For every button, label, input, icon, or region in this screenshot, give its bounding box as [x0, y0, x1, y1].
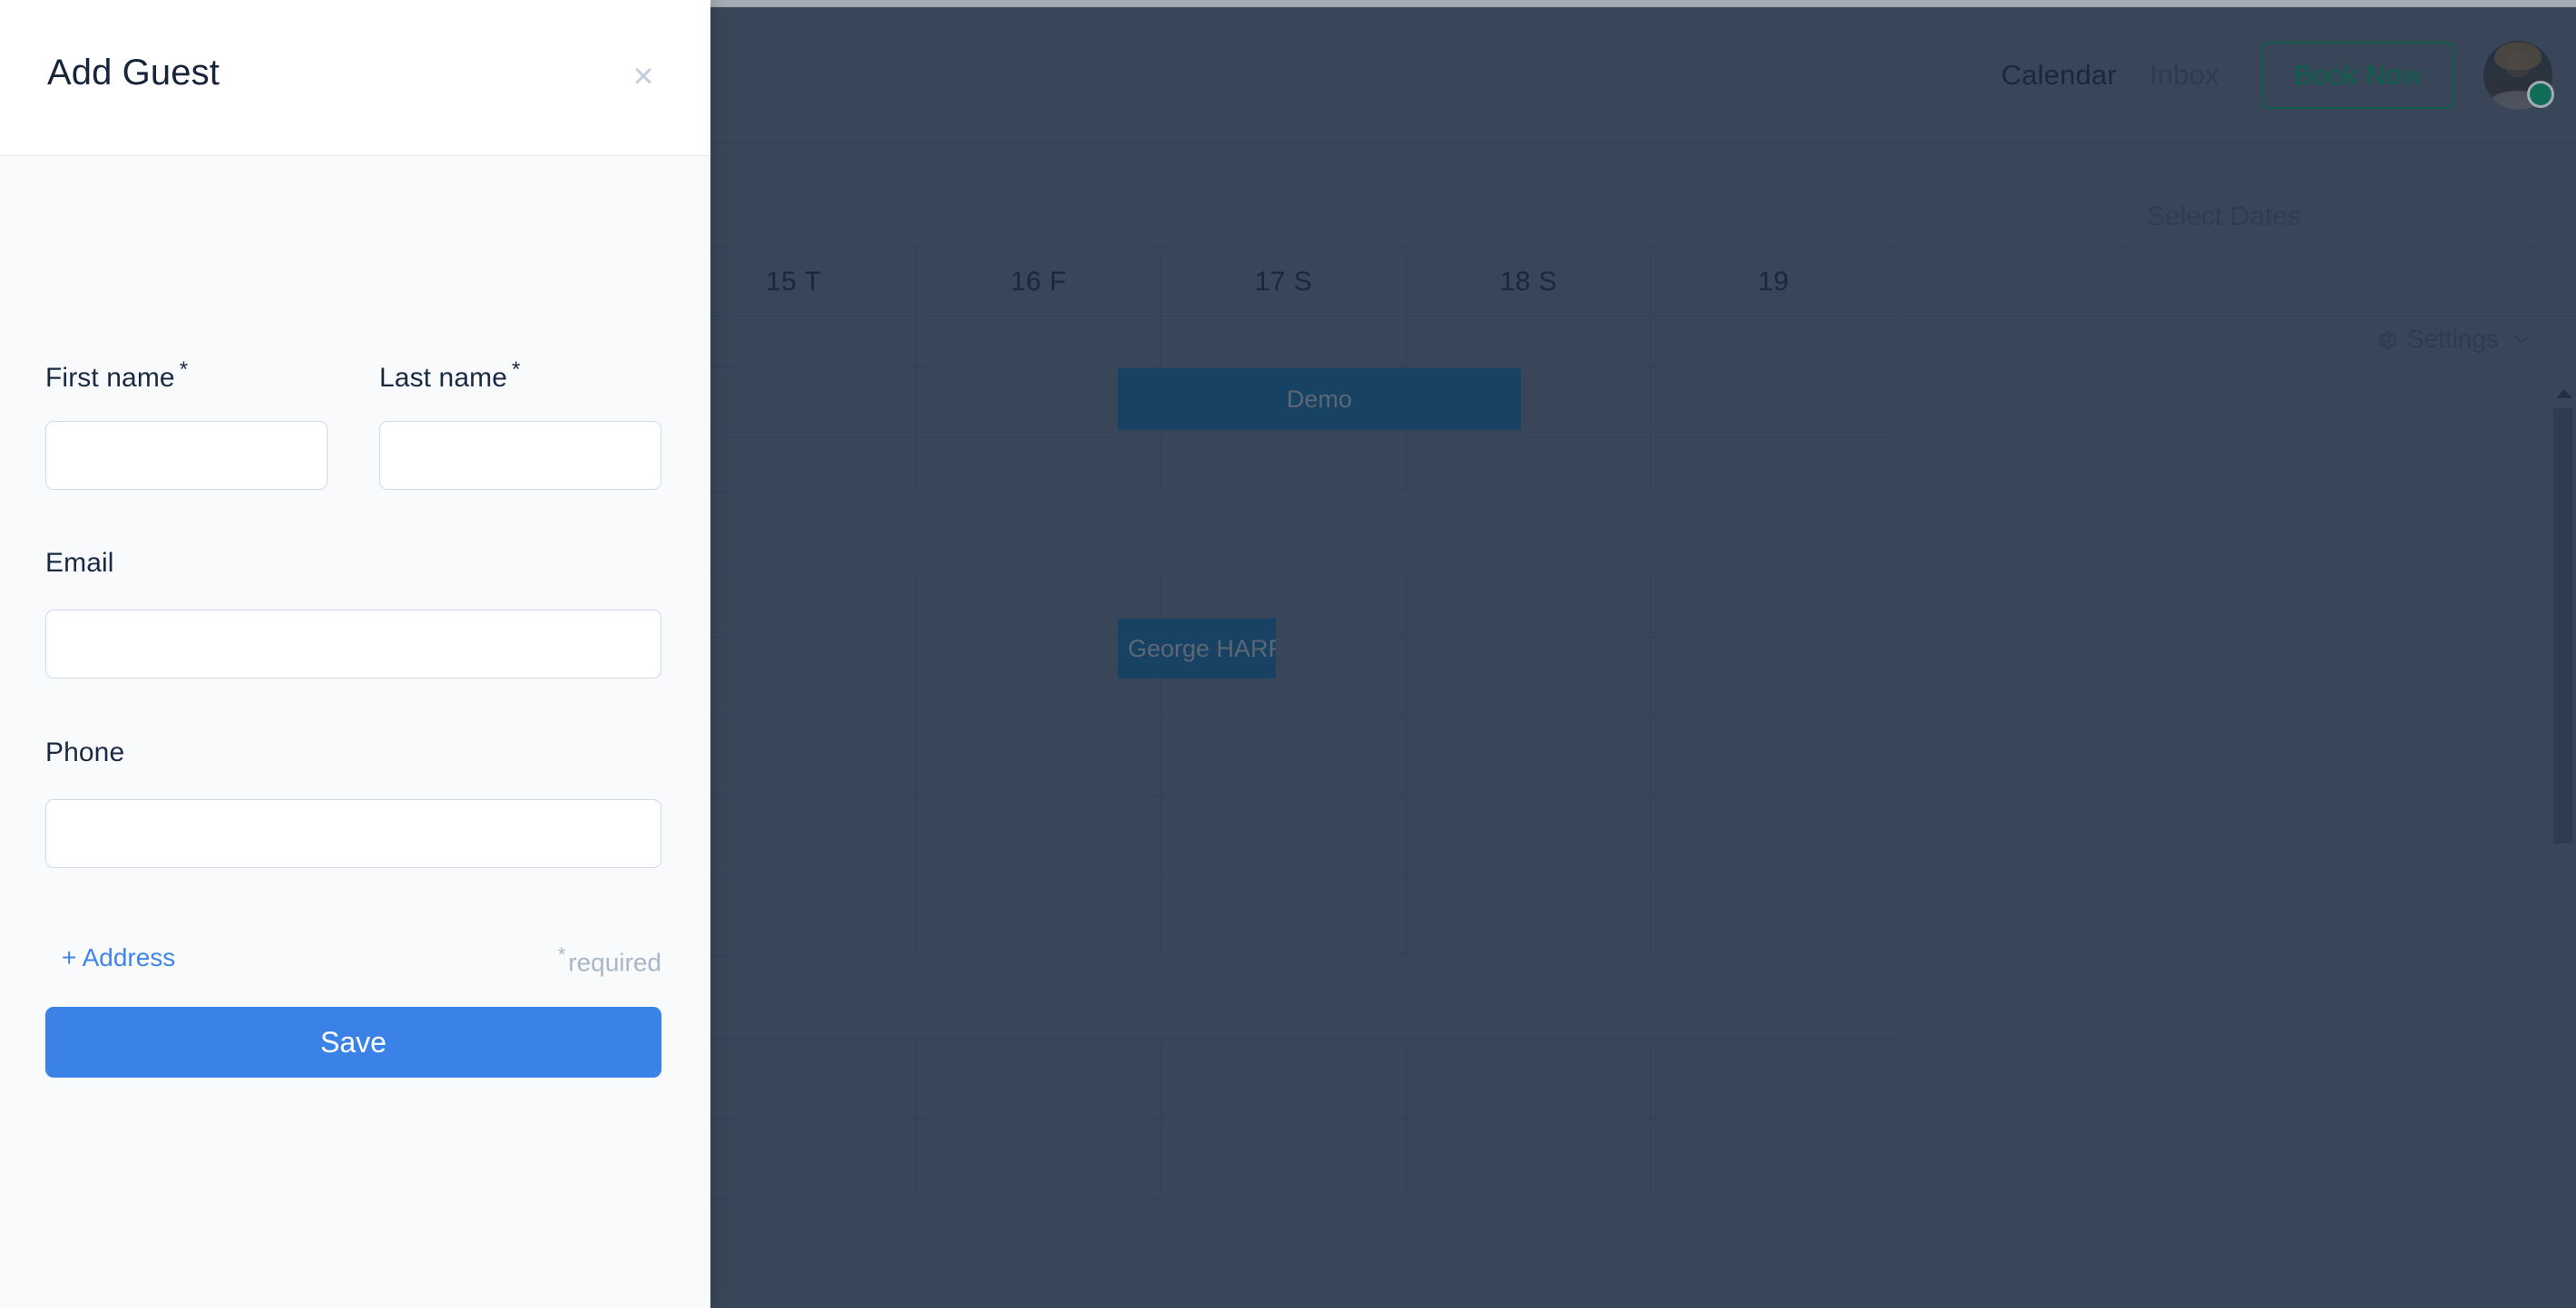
last-name-label: Last name * [379, 357, 520, 394]
add-address-link[interactable]: + Address [62, 943, 175, 972]
nav-item-inbox[interactable]: Inbox [2133, 59, 2236, 92]
add-guest-modal: Add Guest × First name * Last name * Email… [0, 0, 710, 1308]
calendar-cell[interactable] [916, 717, 1161, 796]
close-icon[interactable]: × [623, 56, 663, 96]
calendar-cell[interactable] [1406, 492, 1651, 571]
calendar-cell[interactable] [916, 1119, 1161, 1199]
calendar-cell[interactable] [1651, 796, 1896, 876]
calendar-cell[interactable] [1406, 571, 1651, 637]
calendar-event-george-harrison[interactable]: George HARRISON [1118, 619, 1276, 678]
avatar[interactable] [2483, 41, 2554, 110]
calendar-cell[interactable] [1406, 717, 1651, 796]
scrollbar-thumb[interactable] [2553, 408, 2572, 844]
calendar-cell[interactable] [1161, 956, 1406, 1040]
nav-item-calendar[interactable]: Calendar [1984, 59, 2132, 92]
first-name-input[interactable] [45, 421, 328, 490]
calendar-cell[interactable] [1161, 433, 1406, 492]
calendar-cell[interactable] [1651, 433, 1896, 492]
calendar-cell[interactable] [1161, 492, 1406, 571]
required-note: * required [558, 943, 661, 977]
calendar-cell[interactable] [916, 317, 1161, 367]
calendar-cell[interactable] [1406, 1119, 1651, 1199]
first-name-required-mark: * [179, 357, 189, 382]
calendar-cell[interactable] [916, 1040, 1161, 1119]
calendar-cell[interactable] [916, 796, 1161, 876]
required-note-text: required [568, 948, 661, 977]
event-title: Demo [1286, 385, 1353, 413]
calendar-cell[interactable] [1651, 571, 1896, 637]
select-dates-placeholder: Select Dates [2147, 201, 2302, 231]
first-name-label-text: First name [45, 363, 175, 393]
calendar-cell[interactable] [1406, 796, 1651, 876]
calendar-cell[interactable] [1161, 1119, 1406, 1199]
calendar-cell[interactable] [1406, 317, 1651, 367]
last-name-label-text: Last name [379, 363, 507, 393]
calendar-cell[interactable] [1651, 492, 1896, 571]
calendar-cell[interactable] [1651, 1040, 1896, 1119]
calendar-event-demo[interactable]: Demo [1118, 368, 1521, 430]
page-title: Add Guest [47, 53, 220, 93]
day-header-18[interactable]: 18 S [1406, 248, 1651, 316]
avatar-hair [2494, 42, 2542, 70]
calendar-cell[interactable] [1161, 1040, 1406, 1119]
email-label: Email [45, 548, 114, 578]
calendar-cell[interactable] [1161, 876, 1406, 956]
calendar-cell[interactable] [1161, 717, 1406, 796]
top-navigation: Calendar Inbox Book Now [1984, 7, 2554, 143]
modal-header: Add Guest × [0, 0, 710, 156]
calendar-cell[interactable] [1161, 796, 1406, 876]
online-status-indicator [2527, 81, 2554, 108]
last-name-input[interactable] [379, 421, 661, 490]
calendar-cell[interactable] [916, 876, 1161, 956]
calendar-cell[interactable] [1406, 637, 1651, 717]
calendar-cell[interactable] [1651, 367, 1896, 433]
day-header-16[interactable]: 16 F [916, 248, 1161, 316]
last-name-required-mark: * [511, 357, 521, 382]
calendar-cell[interactable] [916, 956, 1161, 1040]
day-header-17[interactable]: 17 S [1161, 248, 1406, 316]
day-header-19[interactable]: 19 [1651, 248, 1896, 316]
calendar-cell[interactable] [1651, 876, 1896, 956]
calendar-cell[interactable] [916, 492, 1161, 571]
calendar-cell[interactable] [1161, 317, 1406, 367]
calendar-cell[interactable] [1651, 956, 1896, 1040]
calendar-cell[interactable] [1406, 1040, 1651, 1119]
calendar-cell[interactable] [1651, 317, 1896, 367]
select-dates-input[interactable]: Select Dates [2121, 183, 2532, 250]
app-root: Calendar Inbox Book Now Select Dates Set… [0, 0, 2576, 1308]
calendar-vertical-scrollbar[interactable] [2552, 386, 2576, 857]
calendar-cell[interactable] [916, 433, 1161, 492]
event-title: George HARRISON [1128, 634, 1276, 662]
phone-label: Phone [45, 737, 125, 767]
save-button[interactable]: Save [45, 1007, 661, 1078]
calendar-cell[interactable] [1406, 956, 1651, 1040]
calendar-cell[interactable] [1651, 1119, 1896, 1199]
phone-input[interactable] [45, 799, 661, 868]
book-now-button[interactable]: Book Now [2260, 42, 2454, 109]
first-name-label: First name * [45, 357, 188, 394]
scroll-up-arrow-icon[interactable] [2556, 389, 2572, 398]
calendar-cell[interactable] [1651, 637, 1896, 717]
required-note-star: * [557, 943, 566, 966]
calendar-cell[interactable] [1406, 876, 1651, 956]
email-input[interactable] [45, 610, 661, 678]
calendar-cell[interactable] [1406, 433, 1651, 492]
calendar-cell[interactable] [1651, 717, 1896, 796]
